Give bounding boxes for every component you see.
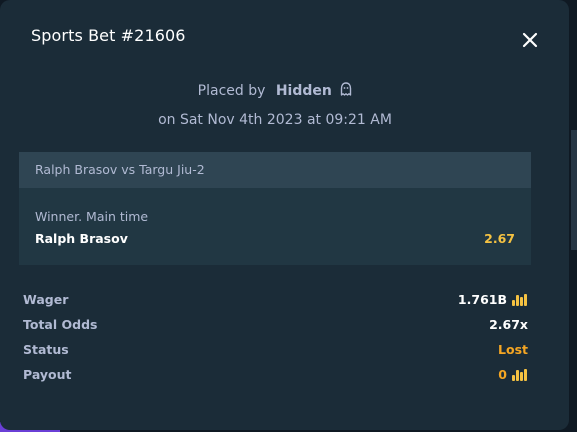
- status-row: Status Lost: [23, 342, 528, 362]
- status-value: Lost: [498, 342, 528, 357]
- gold-bars-icon: [511, 293, 528, 307]
- placed-by-line: Placed by Hidden: [0, 82, 550, 101]
- total-odds-row: Total Odds 2.67x: [23, 317, 528, 337]
- close-icon[interactable]: [519, 29, 541, 51]
- payout-value: 0: [498, 367, 507, 382]
- outcome-name: Ralph Brasov: [35, 231, 128, 246]
- placed-by-label: Placed by: [197, 83, 266, 99]
- total-odds-label: Total Odds: [23, 317, 98, 332]
- wager-value-group: 1.761B: [458, 292, 528, 307]
- ghost-icon: [340, 82, 352, 101]
- event-name[interactable]: Ralph Brasov vs Targu Jiu-2: [19, 152, 531, 188]
- wager-row: Wager 1.761B: [23, 292, 528, 312]
- payout-value-group: 0: [498, 367, 528, 382]
- payout-row: Payout 0: [23, 367, 528, 387]
- modal-title: Sports Bet #21606: [31, 26, 186, 45]
- outcome-odds: 2.67: [484, 231, 515, 246]
- backdrop-scrollbar: [571, 130, 577, 250]
- payout-label: Payout: [23, 367, 72, 382]
- wager-value: 1.761B: [457, 292, 507, 307]
- market-name: Winner. Main time: [35, 209, 149, 224]
- bet-details-modal: Sports Bet #21606 Placed by Hidden on Sa…: [0, 0, 569, 430]
- placed-date: on Sat Nov 4th 2023 at 09:21 AM: [158, 112, 392, 128]
- placed-by-user: Hidden: [275, 83, 332, 99]
- total-odds-value: 2.67x: [489, 317, 528, 332]
- gold-bars-icon: [511, 368, 528, 382]
- bet-selection-card: Ralph Brasov vs Targu Jiu-2 Winner. Main…: [19, 152, 531, 265]
- wager-label: Wager: [23, 292, 69, 307]
- status-label: Status: [23, 342, 69, 357]
